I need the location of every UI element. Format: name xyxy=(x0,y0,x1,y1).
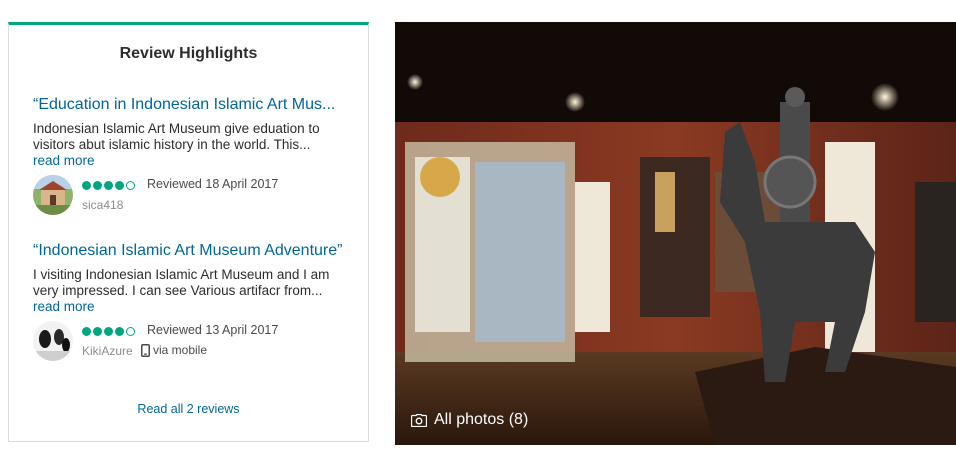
museum-photo[interactable]: All photos (8) xyxy=(395,22,956,445)
review-item: “Education in Indonesian Islamic Art Mus… xyxy=(33,95,348,215)
mobile-phone-icon xyxy=(141,343,150,357)
filled-bubble-icon xyxy=(104,181,113,190)
avatar[interactable] xyxy=(33,175,73,215)
review-title-link[interactable]: “Indonesian Islamic Art Museum Adventure… xyxy=(33,241,348,261)
read-more-link[interactable]: read more xyxy=(33,299,348,315)
all-photos-label: All photos (8) xyxy=(434,411,529,428)
review-date: Reviewed 18 April 2017 xyxy=(147,177,279,191)
read-all-reviews-link[interactable]: Read all 2 reviews xyxy=(9,402,368,416)
mobile-label: via mobile xyxy=(153,343,208,357)
empty-bubble-icon xyxy=(126,327,135,336)
filled-bubble-icon xyxy=(104,327,113,336)
review-snippet: I visiting Indonesian Islamic Art Museum… xyxy=(33,267,330,298)
review-meta: Reviewed 18 April 2017 sica418 xyxy=(33,175,348,215)
camera-icon xyxy=(411,413,427,427)
review-snippet: Indonesian Islamic Art Museum give eduat… xyxy=(33,121,320,152)
filled-bubble-icon xyxy=(115,327,124,336)
filled-bubble-icon xyxy=(82,181,91,190)
review-title-link[interactable]: “Education in Indonesian Islamic Art Mus… xyxy=(33,95,348,115)
avatar[interactable] xyxy=(33,321,73,361)
review-highlights-panel: Review Highlights “Education in Indonesi… xyxy=(8,22,369,442)
filled-bubble-icon xyxy=(82,327,91,336)
filled-bubble-icon xyxy=(93,327,102,336)
mobile-indicator: via mobile xyxy=(141,343,207,357)
reviewer-username[interactable]: sica418 xyxy=(82,198,123,212)
filled-bubble-icon xyxy=(115,181,124,190)
museum-interior-image xyxy=(395,22,956,445)
review-item: “Indonesian Islamic Art Museum Adventure… xyxy=(33,241,348,361)
reviewer-username[interactable]: KikiAzure xyxy=(82,344,133,358)
filled-bubble-icon xyxy=(93,181,102,190)
read-more-link[interactable]: read more xyxy=(33,153,348,169)
rating-bubbles xyxy=(82,327,135,336)
rating-bubbles xyxy=(82,181,135,190)
empty-bubble-icon xyxy=(126,181,135,190)
review-highlights-title: Review Highlights xyxy=(119,45,258,62)
all-photos-button[interactable]: All photos (8) xyxy=(411,411,528,429)
review-date: Reviewed 13 April 2017 xyxy=(147,323,279,337)
review-meta: Reviewed 13 April 2017 KikiAzure via mob… xyxy=(33,321,348,361)
